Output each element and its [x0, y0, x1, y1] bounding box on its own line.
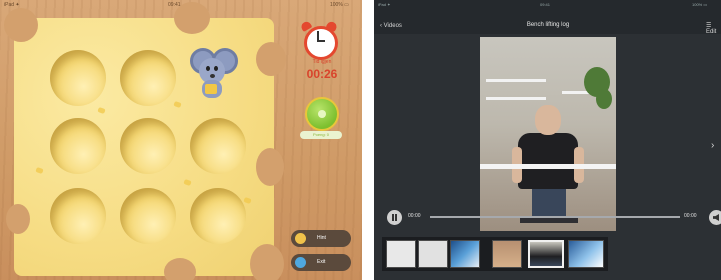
cheese-crumb [183, 178, 192, 187]
thumbnail-strip [382, 237, 608, 271]
cheese-crumb [173, 100, 182, 109]
hint-button-label: Hint [317, 235, 326, 241]
current-time: 00:00 [408, 213, 421, 219]
scrubber-track[interactable] [430, 216, 680, 218]
barbell [480, 164, 616, 169]
status-carrier: iPad ✦ [378, 2, 391, 7]
video-title: Bench lifting log [526, 22, 570, 28]
timer-caption: Tid igjen [312, 59, 332, 65]
mouse-hole[interactable] [190, 118, 246, 174]
mouse-hole[interactable] [50, 118, 106, 174]
pause-icon [392, 214, 394, 221]
thumbnail[interactable] [568, 240, 604, 268]
cheese-crumb [97, 106, 106, 115]
mouse-eye [214, 66, 218, 71]
cheese-notch [256, 42, 286, 76]
shelf [486, 97, 546, 100]
next-video-button[interactable]: › [711, 140, 714, 151]
volume-button[interactable] [709, 210, 721, 225]
cheese-piece-icon [205, 84, 217, 94]
mouse-hole[interactable] [50, 50, 106, 106]
thumbnail[interactable] [418, 240, 448, 268]
cheese-notch [4, 8, 38, 42]
nav-bar: iPad ✦ 09:41 100% ▭ ‹ Videos Bench lifti… [374, 0, 721, 35]
pause-button[interactable] [387, 210, 402, 225]
score-label: Poeng: 0 [300, 131, 342, 139]
medal-center [318, 110, 326, 118]
video-frame[interactable] [480, 37, 616, 231]
hint-button[interactable]: Hint [291, 230, 351, 247]
score-medal-icon [305, 97, 339, 131]
alarm-clock-icon [299, 20, 339, 60]
thumbnail-selected[interactable] [528, 240, 564, 268]
cheese-crumb [35, 166, 44, 175]
pause-icon [395, 214, 397, 221]
cheese-notch [174, 2, 210, 34]
clock-hand [317, 40, 325, 42]
menu-button[interactable]: ☰ Edit [706, 22, 721, 35]
thumbnail[interactable] [450, 240, 480, 268]
exit-button[interactable]: Exit [291, 254, 351, 271]
mouse-eye [206, 66, 210, 71]
back-button[interactable]: ‹ Videos [380, 23, 402, 29]
cheese-game-panel: iPad ✦ 09:41 100% ▭ Tid igjen 00:26 Poen… [0, 0, 362, 280]
thumbnail[interactable] [386, 240, 416, 268]
shelf [486, 79, 546, 82]
mouse-hole[interactable] [120, 118, 176, 174]
mouse-hole[interactable] [120, 188, 176, 244]
thumbnail[interactable] [492, 240, 522, 268]
speaker-icon [713, 214, 719, 221]
cheese-notch [6, 204, 30, 234]
video-player-panel: iPad ✦ 09:41 100% ▭ ‹ Videos Bench lifti… [374, 0, 721, 280]
person-torso [518, 133, 578, 189]
cheese-crumb [243, 196, 252, 205]
lightbulb-icon [295, 233, 306, 244]
mouse-character[interactable] [190, 48, 238, 100]
plant [596, 89, 612, 109]
person-head [535, 105, 561, 135]
total-time: 00:00 [684, 213, 697, 219]
mouse-nose [210, 74, 215, 78]
mouse-hole[interactable] [120, 50, 176, 106]
exit-button-label: Exit [317, 259, 326, 265]
cheese-notch [164, 258, 196, 280]
status-battery: 100% ▭ [692, 2, 708, 7]
mouse-hole[interactable] [50, 188, 106, 244]
countdown-timer: 00:26 [306, 67, 338, 81]
status-time: 09:41 [540, 2, 551, 7]
clock-face [304, 26, 338, 60]
cheese-notch [256, 148, 284, 186]
mouse-hole[interactable] [190, 188, 246, 244]
status-battery: 100% ▭ [330, 2, 349, 8]
person-legs [532, 189, 566, 219]
exit-icon [295, 257, 306, 268]
status-carrier: iPad ✦ [4, 2, 20, 8]
cheese-notch [250, 244, 284, 280]
